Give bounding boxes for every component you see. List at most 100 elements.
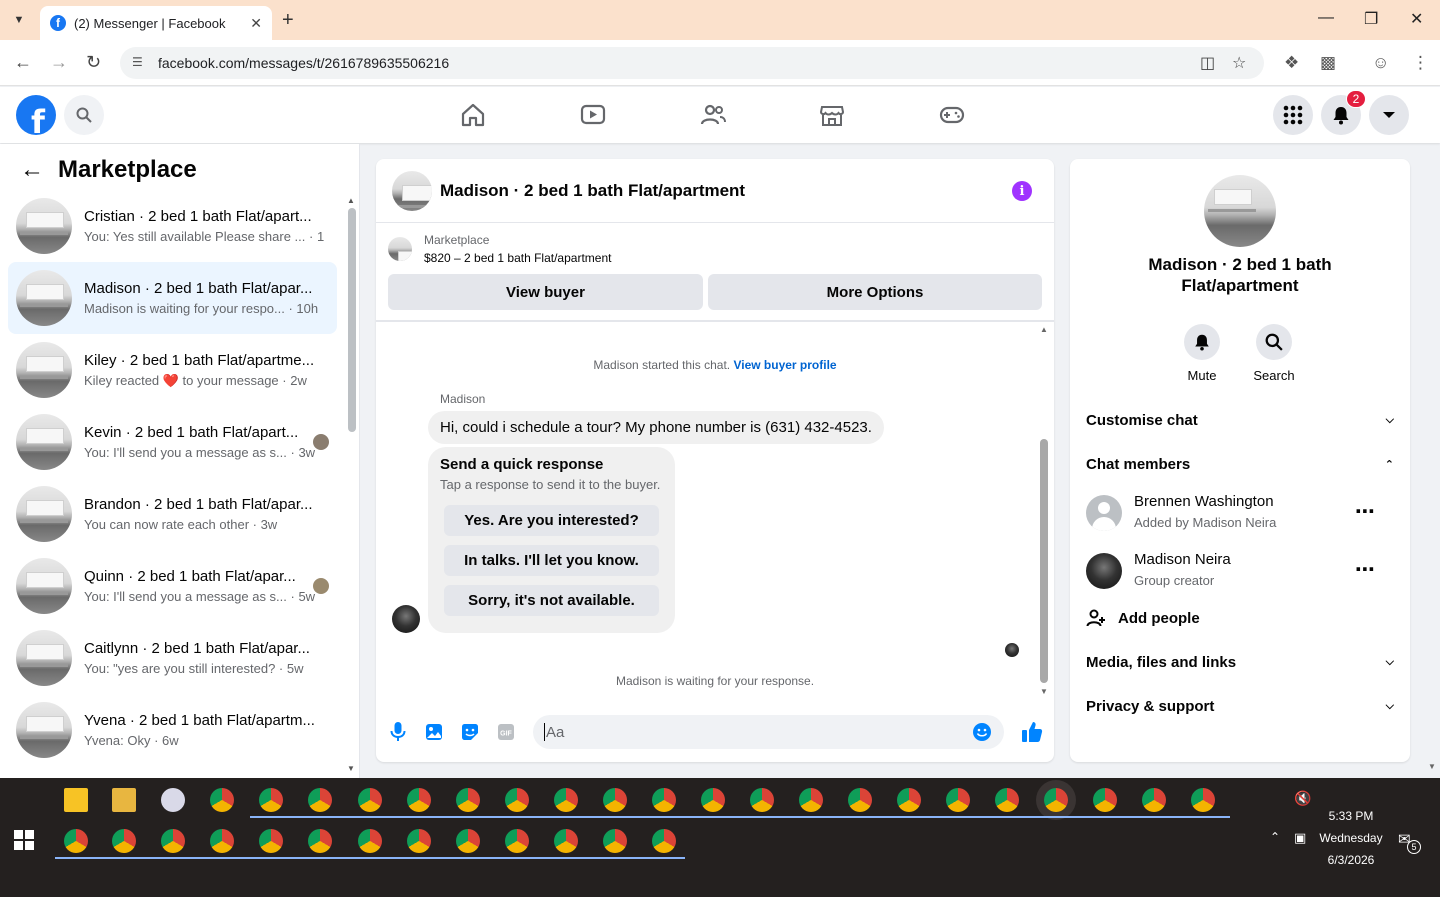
tab-search-chevron-icon[interactable]: ▼ [6,8,32,32]
conversation-item[interactable]: Brandon · 2 bed 1 bath Flat/apar... You c… [8,478,337,550]
chrome-profile-icon[interactable] [358,829,382,853]
incoming-message-bubble[interactable]: Hi, could i schedule a tour? My phone nu… [428,411,884,444]
chrome-profile-icon[interactable] [1191,788,1215,812]
conversation-item-active[interactable]: Madison · 2 bed 1 bath Flat/apar... Madis… [8,262,337,334]
reload-icon[interactable]: ↻ [86,52,101,73]
chrome-profile-icon[interactable] [259,788,283,812]
chrome-profile-icon[interactable] [456,829,480,853]
install-app-icon[interactable]: ◫ [1200,53,1215,73]
file-explorer-icon[interactable] [112,788,136,812]
clock-time[interactable]: 5:33 PM [1316,809,1386,823]
attach-photo-icon[interactable] [424,722,444,742]
chrome-profile-icon[interactable] [64,829,88,853]
chat-members-row[interactable]: Chat members ⌃ [1086,452,1394,476]
home-icon[interactable] [459,101,487,129]
chrome-profile-icon[interactable] [946,788,970,812]
extension-icon[interactable]: ❖ [1284,53,1299,73]
account-menu-chevron-icon[interactable] [1369,95,1409,135]
chrome-profile-icon[interactable] [407,829,431,853]
chrome-profile-icon[interactable] [603,788,627,812]
conversation-item[interactable]: Kiley · 2 bed 1 bath Flat/apartme... Kile… [8,334,337,406]
mute-action[interactable]: Mute [1162,324,1242,383]
close-window-icon[interactable]: ✕ [1410,9,1423,29]
gif-icon[interactable]: GIF [496,722,516,742]
chrome-profile-icon[interactable] [554,829,578,853]
chrome-profile-icon[interactable] [848,788,872,812]
search-in-chat-icon[interactable] [1256,324,1292,360]
chrome-profile-icon[interactable] [652,829,676,853]
extensions-puzzle-icon[interactable]: ▩ [1320,53,1336,73]
chrome-profile-icon[interactable] [1142,788,1166,812]
conversations-scrollbar[interactable] [348,208,356,432]
chrome-profile-icon[interactable] [505,829,529,853]
more-options-dots-icon[interactable]: ⋯ [1355,557,1376,582]
windows-start-icon[interactable] [14,830,34,850]
chat-scroll-up-icon[interactable]: ▲ [1040,325,1048,334]
conversation-item[interactable]: Quinn · 2 bed 1 bath Flat/apar... You: I'… [8,550,337,622]
quick-response-option[interactable]: Yes. Are you interested? [444,505,659,536]
media-files-links-row[interactable]: Media, files and links ⌵ [1086,650,1394,674]
add-people-row[interactable]: Add people [1086,606,1394,630]
chrome-profile-icon[interactable] [161,829,185,853]
quick-response-option[interactable]: Sorry, it's not available. [444,585,659,616]
info-icon[interactable]: i [1012,181,1032,201]
chrome-profile-icon[interactable] [995,788,1019,812]
facebook-logo-icon[interactable]: f [16,95,56,135]
paint-app-icon[interactable] [161,788,185,812]
menu-grid-icon[interactable] [1273,95,1313,135]
chrome-profile-icon[interactable] [358,788,382,812]
clock-date[interactable]: 6/3/2026 [1316,853,1386,867]
friends-icon[interactable] [699,101,727,129]
customise-chat-row[interactable]: Customise chat ⌵ [1086,408,1394,432]
new-tab-icon[interactable]: + [282,9,294,32]
member-row[interactable]: Brennen Washington Added by Madison Neir… [1086,493,1394,543]
voice-clip-icon[interactable] [388,722,408,742]
chrome-profile-icon[interactable] [407,788,431,812]
forward-icon[interactable]: → [50,52,68,73]
thumbs-up-icon[interactable] [1020,720,1044,744]
chrome-profile-icon[interactable] [701,788,725,812]
address-bar[interactable]: ☰ facebook.com/messages/t/26167896355062… [120,47,1264,79]
chrome-profile-icon[interactable] [456,788,480,812]
marketplace-icon[interactable] [818,101,846,129]
chat-title[interactable]: Madison · 2 bed 1 bath Flat/apartment [440,181,745,201]
chrome-profile-icon[interactable] [505,788,529,812]
chrome-profile-icon[interactable] [1093,788,1117,812]
sticker-icon[interactable] [460,722,480,742]
chrome-icon[interactable] [210,788,234,812]
emoji-icon[interactable] [972,722,992,746]
chrome-profile-icon[interactable] [554,788,578,812]
privacy-support-row[interactable]: Privacy & support ⌵ [1086,694,1394,718]
chrome-profile-icon[interactable] [603,829,627,853]
chrome-profile-icon[interactable] [799,788,823,812]
site-settings-icon[interactable]: ☰ [132,55,148,71]
chrome-profile-icon[interactable] [750,788,774,812]
back-icon[interactable]: ← [14,52,32,73]
search-action[interactable]: Search [1234,324,1314,383]
chrome-profile-icon[interactable] [210,829,234,853]
more-options-dots-icon[interactable]: ⋯ [1355,499,1376,524]
chat-scrollbar[interactable] [1040,439,1048,683]
more-options-button[interactable]: More Options [708,274,1042,310]
quick-response-option[interactable]: In talks. I'll let you know. [444,545,659,576]
video-icon[interactable] [579,101,607,129]
minimize-icon[interactable]: — [1318,9,1334,27]
gaming-icon[interactable] [938,101,966,129]
chrome-profile-icon-active[interactable] [1044,788,1068,812]
view-buyer-button[interactable]: View buyer [388,274,703,310]
back-arrow-icon[interactable]: ← [20,156,44,184]
scroll-up-icon[interactable]: ▲ [347,196,355,205]
restore-window-icon[interactable]: ❐ [1364,9,1378,29]
conversation-item[interactable]: Caitlynn · 2 bed 1 bath Flat/apar... You:… [8,622,337,694]
browser-tab-messenger[interactable]: f (2) Messenger | Facebook ✕ [40,6,272,40]
chat-scroll-down-icon[interactable]: ▼ [1040,687,1048,696]
chat-listing-avatar[interactable] [392,171,432,211]
mute-bell-icon[interactable] [1184,324,1220,360]
scroll-down-icon[interactable]: ▼ [347,764,355,773]
page-scroll-down-icon[interactable]: ▼ [1428,762,1436,771]
chrome-profile-icon[interactable] [652,788,676,812]
conversation-item[interactable]: Yvena · 2 bed 1 bath Flat/apartm... Yvena… [8,694,337,766]
browser-menu-icon[interactable]: ⋮ [1412,53,1429,73]
network-icon[interactable]: ▣ [1294,830,1306,846]
show-hidden-icons-chevron-icon[interactable]: ⌃ [1270,830,1280,844]
